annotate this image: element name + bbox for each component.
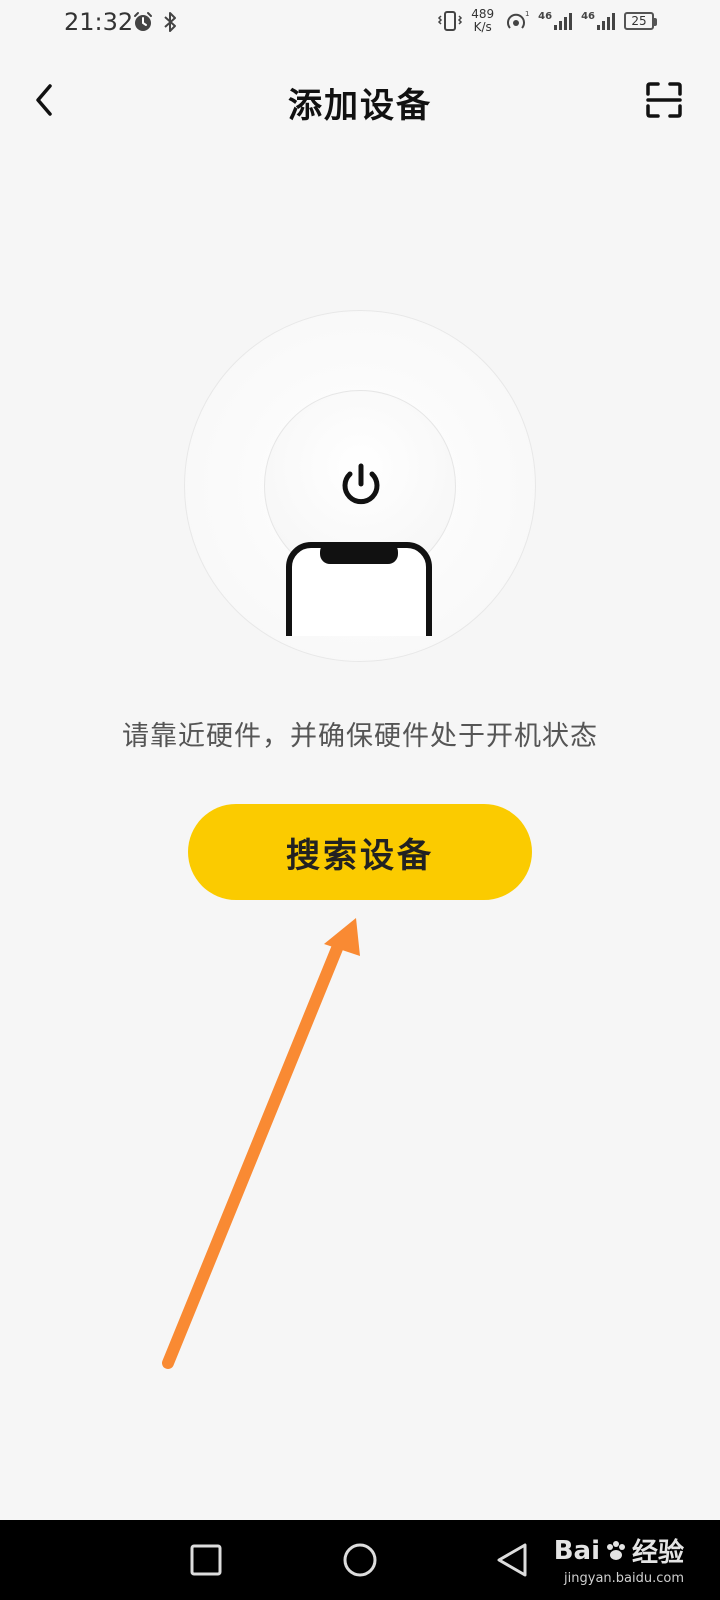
status-left-icons: [132, 11, 178, 33]
hotspot-icon: 1: [507, 10, 530, 29]
page-title: 添加设备: [288, 86, 432, 126]
arrow-head: [324, 918, 360, 956]
svg-text:1: 1: [525, 10, 529, 18]
watermark-brand: Bai 经验: [554, 1532, 684, 1569]
watermark-brand-text: Bai: [553, 1535, 600, 1566]
battery-icon: 25: [624, 12, 657, 30]
baidu-watermark: Bai 经验 jingyan.baidu.com: [554, 1532, 684, 1587]
arrow-shaft: [162, 940, 344, 1369]
back-nav-button[interactable]: [492, 1540, 532, 1580]
watermark-url: jingyan.baidu.com: [564, 1571, 684, 1586]
signal-icon: [597, 13, 615, 30]
circle-icon: [343, 1543, 377, 1577]
alarm-icon: [134, 12, 152, 31]
home-button[interactable]: [340, 1540, 380, 1580]
annotation-arrow: [162, 918, 360, 1369]
add-device-screen: 21:32 489 K/s 1 46 46 25 添加设备 请靠近硬件，并确保硬…: [0, 0, 720, 1600]
recent-apps-button[interactable]: [186, 1540, 226, 1580]
battery-level: 25: [631, 14, 647, 28]
signal-label-1: 46: [538, 11, 553, 22]
watermark-brand-cn: 经验: [631, 1538, 684, 1568]
triangle-back-icon: [497, 1543, 527, 1577]
signal-icon: [554, 13, 573, 30]
header: 添加设备: [0, 60, 720, 140]
signal-strength-1: 46: [538, 11, 573, 31]
paw-icon: [606, 1540, 625, 1560]
signal-strength-2: 46: [581, 11, 616, 31]
status-time: 21:32: [64, 8, 134, 36]
power-icon: [342, 463, 380, 505]
search-device-button[interactable]: 搜索设备: [188, 804, 532, 900]
vibrate-icon: [438, 11, 463, 31]
search-device-label: 搜索设备: [286, 835, 434, 876]
pairing-illustration: [184, 310, 536, 662]
instruction-text: 请靠近硬件，并确保硬件处于开机状态: [122, 721, 598, 752]
net-speed: 489 K/s: [471, 8, 494, 34]
signal-label-2: 46: [581, 11, 595, 22]
status-right-icons: 489 K/s 1 46 46 25: [437, 8, 657, 34]
navigation-bar: Bai 经验 jingyan.baidu.com: [0, 1520, 720, 1600]
status-bar: 21:32 489 K/s 1 46 46 25: [0, 0, 720, 48]
phone-icon: [286, 542, 432, 636]
bluetooth-icon: [164, 12, 176, 32]
scan-button[interactable]: [644, 80, 684, 120]
net-speed-unit: K/s: [473, 20, 492, 34]
square-icon: [190, 1544, 222, 1576]
scan-icon: [646, 82, 682, 118]
